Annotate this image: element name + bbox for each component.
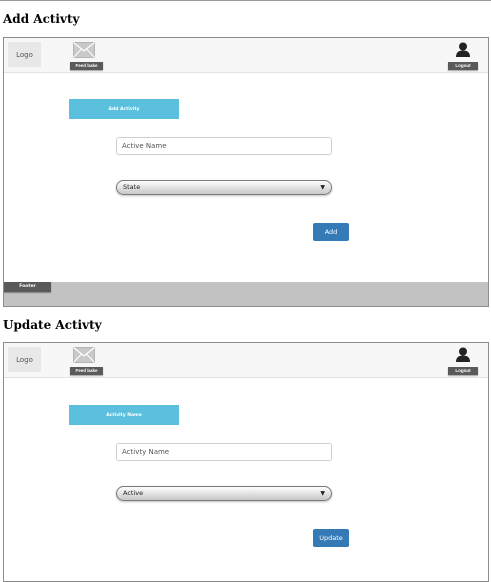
caret-down-icon: ▼ [320,184,325,191]
mail-icon[interactable] [73,347,95,363]
select-value: State [123,183,141,191]
feedback-button[interactable]: Feed bake [70,62,103,70]
update-activity-section-title: Update Activty [3,318,102,332]
status-select[interactable]: Active ▼ [116,486,332,501]
logout-button[interactable]: Logout [448,62,478,70]
caret-down-icon: ▼ [320,490,325,497]
state-select[interactable]: State ▼ [116,180,332,195]
activity-name-input[interactable] [116,443,332,461]
add-button[interactable]: Add [313,223,349,241]
feedback-button[interactable]: Feed bake [70,367,103,375]
footer-label: Footer [4,282,51,292]
update-button[interactable]: Update [313,529,349,547]
form-heading: Add Activity [69,99,179,119]
add-activity-frame: Logo Feed bake Logout Add Activity State… [3,37,489,307]
update-activity-frame: Logo Feed bake Logout Activity Name Acti… [3,342,489,582]
mail-icon[interactable] [73,42,95,58]
top-divider [0,0,491,1]
app-header: Logo Feed bake Logout [4,38,488,73]
user-icon[interactable] [456,347,470,362]
add-activity-section-title: Add Activty [3,12,80,26]
select-value: Active [123,489,144,497]
user-icon[interactable] [456,42,470,57]
activity-name-input[interactable] [116,137,332,155]
app-header: Logo Feed bake Logout [4,343,488,378]
logo[interactable]: Logo [8,42,41,67]
form-heading: Activity Name [69,405,179,425]
footer: Footer [4,282,488,306]
logout-button[interactable]: Logout [448,367,478,375]
logo[interactable]: Logo [8,347,41,372]
